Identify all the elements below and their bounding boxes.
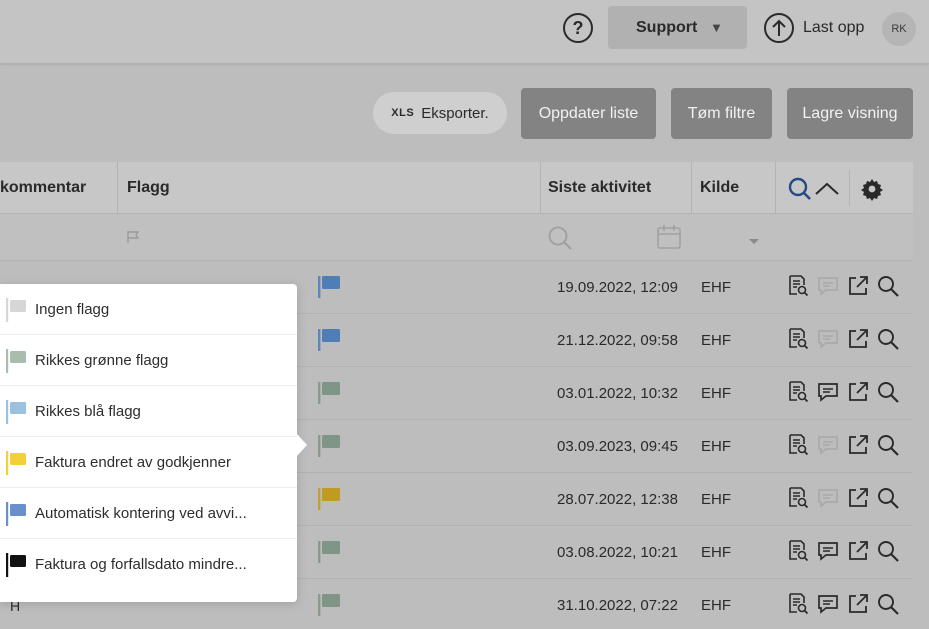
column-header-comment[interactable]: kommentar bbox=[0, 162, 86, 214]
document-view-icon[interactable] bbox=[786, 273, 810, 299]
flag-option-label: Faktura og forfallsdato mindre... bbox=[35, 556, 247, 573]
search-icon[interactable] bbox=[876, 538, 900, 564]
source-cell: EHF bbox=[701, 278, 731, 296]
document-view-icon[interactable] bbox=[786, 379, 810, 405]
source-cell: EHF bbox=[701, 331, 731, 349]
clear-filters-button[interactable]: Tøm filtre bbox=[671, 88, 772, 139]
open-external-icon[interactable] bbox=[846, 485, 870, 511]
row-flag-icon[interactable] bbox=[318, 594, 342, 621]
document-view-icon[interactable] bbox=[786, 432, 810, 458]
search-icon[interactable] bbox=[876, 273, 900, 299]
open-external-icon[interactable] bbox=[846, 379, 870, 405]
open-external-icon[interactable] bbox=[846, 432, 870, 458]
flag-option-label: Rikkes blå flagg bbox=[35, 402, 141, 420]
flag-filter-icon[interactable] bbox=[125, 228, 143, 246]
top-bar: ? Support ▼ Last opp RK bbox=[0, 0, 929, 64]
column-header-last-activity[interactable]: Siste aktivitet bbox=[548, 162, 651, 214]
source-cell: EHF bbox=[701, 384, 731, 402]
last-activity-cell: 31.10.2022, 07:22 bbox=[557, 596, 678, 614]
row-flag-icon[interactable] bbox=[318, 329, 342, 356]
comment-icon[interactable] bbox=[816, 379, 840, 405]
comment-icon[interactable] bbox=[816, 538, 840, 564]
search-icon[interactable] bbox=[876, 432, 900, 458]
column-header-source[interactable]: Kilde bbox=[700, 162, 739, 214]
search-icon[interactable] bbox=[876, 485, 900, 511]
open-external-icon[interactable] bbox=[846, 591, 870, 617]
last-activity-cell: 19.09.2022, 12:09 bbox=[557, 278, 678, 296]
last-activity-cell: 03.09.2023, 09:45 bbox=[557, 437, 678, 455]
source-cell: EHF bbox=[701, 437, 731, 455]
open-external-icon[interactable] bbox=[846, 538, 870, 564]
source-cell: EHF bbox=[701, 596, 731, 614]
upload-arrow-icon bbox=[764, 13, 794, 43]
document-view-icon[interactable] bbox=[786, 591, 810, 617]
refresh-list-button[interactable]: Oppdater liste bbox=[521, 88, 656, 139]
support-label: Support bbox=[636, 18, 698, 36]
flag-icon bbox=[6, 451, 28, 479]
comment-icon[interactable] bbox=[816, 432, 840, 458]
help-button[interactable]: ? bbox=[563, 13, 593, 43]
document-view-icon[interactable] bbox=[786, 326, 810, 352]
comment-icon[interactable] bbox=[816, 591, 840, 617]
flag-option[interactable]: Faktura og forfallsdato mindre... bbox=[0, 539, 297, 590]
caret-down-icon: ▼ bbox=[710, 20, 723, 35]
flag-icon bbox=[6, 502, 28, 530]
flag-icon bbox=[6, 298, 28, 326]
comment-icon[interactable] bbox=[816, 326, 840, 352]
export-label: Eksporter. bbox=[421, 104, 489, 122]
flag-option-label: Rikkes grønne flagg bbox=[35, 351, 169, 369]
search-icon[interactable] bbox=[876, 326, 900, 352]
last-activity-cell: 03.01.2022, 10:32 bbox=[557, 384, 678, 402]
flag-option-label: Ingen flagg bbox=[35, 300, 110, 318]
flag-dropdown-menu: Ingen flagg Rikkes grønne flagg Rikkes b… bbox=[0, 284, 307, 602]
row-flag-icon[interactable] bbox=[318, 541, 342, 568]
column-search-icon[interactable] bbox=[787, 176, 813, 202]
upload-button[interactable]: Last opp bbox=[764, 12, 864, 44]
export-button[interactable]: XLS Eksporter. bbox=[373, 92, 507, 134]
flag-icon bbox=[6, 349, 28, 377]
date-filter-search-icon[interactable] bbox=[546, 224, 574, 252]
document-view-icon[interactable] bbox=[786, 538, 810, 564]
xls-icon: XLS bbox=[391, 107, 415, 119]
flag-option[interactable]: Ingen flagg bbox=[0, 284, 297, 335]
save-view-button[interactable]: Lagre visning bbox=[787, 88, 913, 139]
support-dropdown-button[interactable]: Support ▼ bbox=[608, 6, 747, 49]
row-flag-icon[interactable] bbox=[318, 488, 342, 515]
source-cell: EHF bbox=[701, 543, 731, 561]
calendar-icon[interactable] bbox=[656, 223, 682, 251]
flag-option-label: Automatisk kontering ved avvi... bbox=[35, 504, 247, 522]
row-flag-icon[interactable] bbox=[318, 276, 342, 303]
search-icon[interactable] bbox=[876, 379, 900, 405]
chevron-up-icon[interactable] bbox=[814, 176, 840, 202]
avatar[interactable]: RK bbox=[882, 12, 916, 46]
open-external-icon[interactable] bbox=[846, 273, 870, 299]
table-header: kommentar Flagg Siste aktivitet Kilde bbox=[0, 162, 913, 214]
flag-option[interactable]: Rikkes grønne flagg bbox=[0, 335, 297, 386]
source-filter-caret-icon[interactable] bbox=[748, 233, 760, 244]
column-header-flag[interactable]: Flagg bbox=[127, 162, 170, 214]
last-activity-cell: 28.07.2022, 12:38 bbox=[557, 490, 678, 508]
source-cell: EHF bbox=[701, 490, 731, 508]
search-icon[interactable] bbox=[876, 591, 900, 617]
row-flag-icon[interactable] bbox=[318, 435, 342, 462]
flag-icon bbox=[6, 400, 28, 428]
document-view-icon[interactable] bbox=[786, 485, 810, 511]
flag-option[interactable]: Faktura endret av godkjenner bbox=[0, 437, 297, 488]
comment-icon[interactable] bbox=[816, 273, 840, 299]
filter-row bbox=[0, 214, 913, 261]
row-flag-icon[interactable] bbox=[318, 382, 342, 409]
last-activity-cell: 03.08.2022, 10:21 bbox=[557, 543, 678, 561]
comment-icon[interactable] bbox=[816, 485, 840, 511]
open-external-icon[interactable] bbox=[846, 326, 870, 352]
upload-label: Last opp bbox=[803, 19, 865, 36]
flag-option-label: Faktura endret av godkjenner bbox=[35, 453, 231, 471]
settings-gear-icon[interactable] bbox=[860, 176, 884, 202]
flag-option[interactable]: Automatisk kontering ved avvi... bbox=[0, 488, 297, 539]
header-divider bbox=[849, 170, 850, 206]
flag-icon bbox=[6, 553, 28, 581]
flag-option[interactable]: Rikkes blå flagg bbox=[0, 386, 297, 437]
last-activity-cell: 21.12.2022, 09:58 bbox=[557, 331, 678, 349]
